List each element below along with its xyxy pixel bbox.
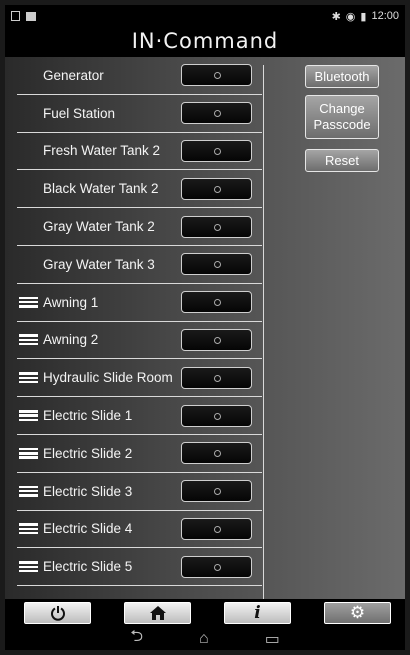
- list-item: Black Water Tank 2: [17, 170, 262, 209]
- list-item: Awning 1: [17, 284, 262, 322]
- bluetooth-status-icon: ✱: [331, 10, 341, 23]
- toggle-button[interactable]: [181, 177, 252, 200]
- list-item-label: Generator: [43, 67, 104, 83]
- tab-home[interactable]: [124, 602, 191, 624]
- change-passcode-button[interactable]: Change Passcode: [305, 95, 379, 139]
- toggle-button[interactable]: [181, 139, 252, 162]
- list-item-label: Fresh Water Tank 2: [43, 143, 161, 159]
- list-item: Hydraulic Slide Room: [17, 359, 262, 398]
- tab-power[interactable]: [24, 602, 91, 624]
- info-icon: i: [254, 603, 261, 623]
- drag-handle-icon[interactable]: [19, 523, 38, 535]
- list-item-label: Gray Water Tank 2: [43, 219, 155, 235]
- list-item: Electric Slide 3: [17, 473, 262, 511]
- device-list: Generator Fuel Station Fresh Water Tank 2 B…: [17, 57, 262, 587]
- list-item: Gray Water Tank 3: [17, 246, 262, 284]
- android-nav-bar: ⮌ ⌂ ▭: [5, 627, 405, 650]
- drag-handle-icon[interactable]: [19, 447, 38, 459]
- list-item-label: Hydraulic Slide Room: [43, 370, 173, 386]
- list-item: Electric Slide 1: [17, 397, 262, 435]
- list-item-label: Electric Slide 2: [43, 445, 133, 461]
- list-item: Generator: [17, 57, 262, 95]
- wifi-icon: ◉: [345, 10, 356, 23]
- list-item: Electric Slide 4: [17, 511, 262, 549]
- tab-settings[interactable]: ⚙: [324, 602, 391, 624]
- drag-handle-icon[interactable]: [19, 410, 38, 422]
- app-logo: IN·Command: [131, 29, 279, 53]
- drag-handle-icon[interactable]: [19, 485, 38, 497]
- list-item-label: Electric Slide 5: [43, 559, 133, 575]
- drag-handle-icon[interactable]: [19, 334, 38, 346]
- toggle-button[interactable]: [181, 253, 252, 276]
- back-icon[interactable]: ⮌: [130, 625, 143, 650]
- toggle-button[interactable]: [181, 215, 252, 238]
- list-item: Gray Water Tank 2: [17, 208, 262, 246]
- list-item-label: Awning 1: [43, 294, 99, 310]
- toggle-button[interactable]: [181, 480, 252, 503]
- drag-handle-icon[interactable]: [19, 372, 38, 384]
- gear-icon: ⚙: [349, 603, 366, 622]
- toggle-button[interactable]: [181, 404, 252, 427]
- drag-handle-icon[interactable]: [19, 561, 38, 573]
- list-item: Electric Slide 2: [17, 435, 262, 473]
- status-bar: ✱ ◉ ▮ 12:00: [5, 5, 405, 27]
- list-item-label: Gray Water Tank 3: [43, 256, 155, 272]
- toggle-button[interactable]: [181, 64, 252, 87]
- list-item-label: Electric Slide 1: [43, 408, 133, 424]
- main-content: Generator Fuel Station Fresh Water Tank 2 B…: [5, 57, 405, 599]
- bluetooth-button[interactable]: Bluetooth: [305, 65, 379, 88]
- notification-icon: [11, 11, 20, 21]
- toggle-button[interactable]: [181, 517, 252, 540]
- list-item-label: Electric Slide 4: [43, 521, 133, 537]
- list-item: Fresh Water Tank 2: [17, 133, 262, 171]
- toggle-button[interactable]: [181, 328, 252, 351]
- power-icon: [50, 606, 65, 621]
- notification-icon-2: [26, 11, 36, 21]
- toggle-button[interactable]: [181, 102, 252, 125]
- device-screen: ✱ ◉ ▮ 12:00 IN·Command Generator Fuel Sta…: [5, 5, 405, 650]
- toggle-button[interactable]: [181, 442, 252, 465]
- list-item-label: Awning 2: [43, 332, 99, 348]
- recents-icon[interactable]: ▭: [265, 629, 280, 649]
- list-item-label: Black Water Tank 2: [43, 181, 159, 197]
- tab-info[interactable]: i: [224, 602, 291, 624]
- list-item-label: Fuel Station: [43, 105, 116, 121]
- tab-bar: i ⚙: [5, 599, 405, 627]
- toggle-button[interactable]: [181, 555, 252, 578]
- battery-icon: ▮: [360, 10, 367, 23]
- drag-handle-icon[interactable]: [19, 296, 38, 308]
- toggle-button[interactable]: [181, 366, 252, 389]
- home-icon: [149, 606, 166, 620]
- clock: 12:00: [371, 10, 399, 22]
- list-item: Fuel Station: [17, 95, 262, 133]
- toggle-button[interactable]: [181, 291, 252, 314]
- reset-button[interactable]: Reset: [305, 149, 379, 172]
- list-item: Electric Slide 5: [17, 548, 262, 587]
- list-item: Awning 2: [17, 322, 262, 360]
- divider: [263, 65, 264, 599]
- home-nav-icon[interactable]: ⌂: [199, 630, 209, 648]
- list-item-label: Electric Slide 3: [43, 483, 133, 499]
